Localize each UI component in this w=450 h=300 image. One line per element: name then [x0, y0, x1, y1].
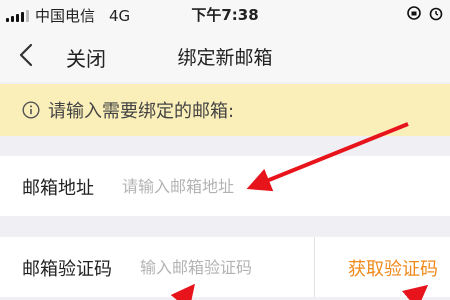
divider [314, 237, 315, 297]
notice-text: 请输入需要绑定的邮箱: [48, 101, 235, 122]
nav-bar: 关闭 绑定新邮箱 [0, 28, 450, 82]
email-label: 邮箱地址 [22, 178, 94, 199]
notice-banner: 请输入需要绑定的邮箱: [0, 84, 450, 136]
info-icon [22, 101, 40, 119]
email-input[interactable] [122, 168, 432, 204]
rotation-lock-icon [407, 6, 421, 20]
verification-code-row: 邮箱验证码 获取验证码 [0, 237, 450, 297]
page-title: 绑定新邮箱 [177, 47, 273, 69]
alarm-icon [429, 7, 443, 21]
verification-code-input[interactable] [140, 249, 310, 285]
status-right [406, 5, 444, 21]
get-code-button[interactable]: 获取验证码 [348, 255, 438, 281]
verification-code-label: 邮箱验证码 [22, 259, 112, 280]
email-row: 邮箱地址 [0, 156, 450, 216]
status-time: 下午7:38 [191, 6, 259, 24]
status-bar: 中国电信 4G 下午7:38 [0, 0, 450, 28]
